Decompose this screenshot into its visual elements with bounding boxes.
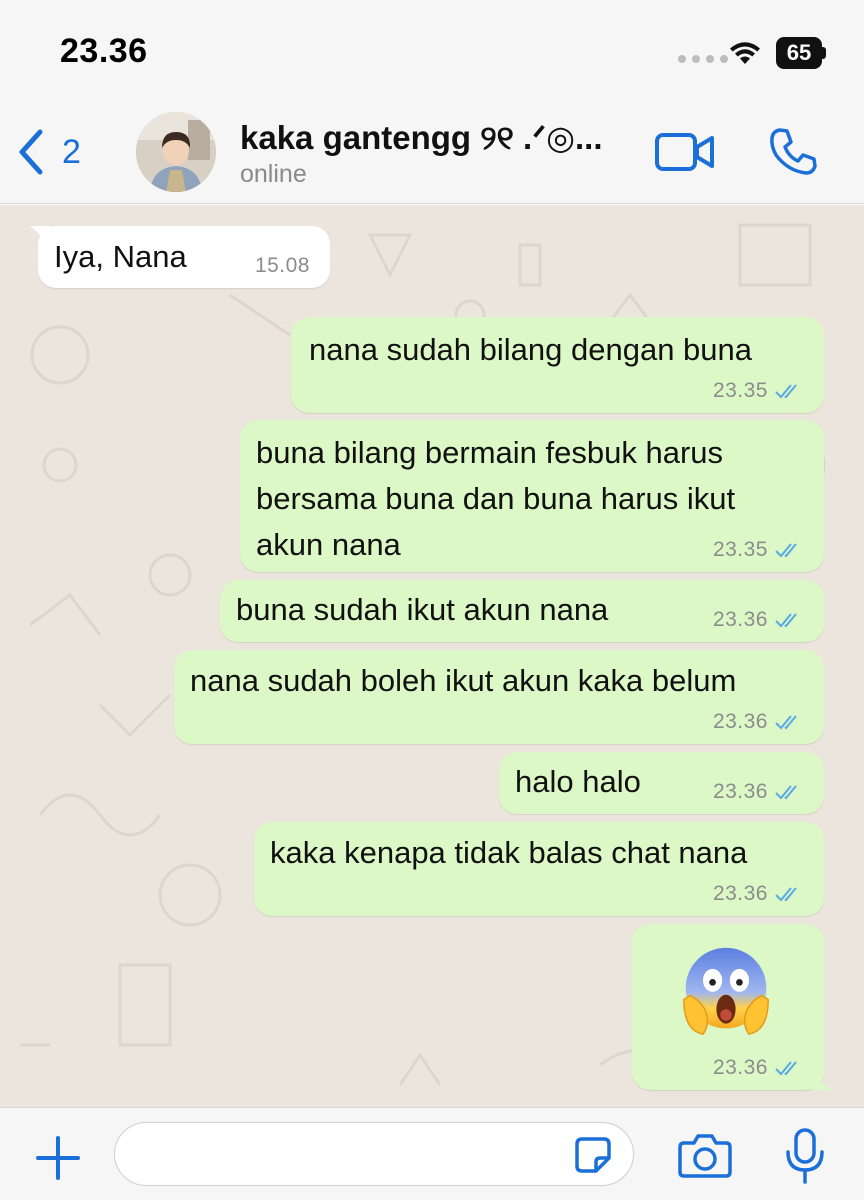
message-time: 23.35 — [712, 379, 768, 402]
status-bar: 23.36 65 — [0, 0, 864, 100]
phone-icon[interactable] — [768, 126, 818, 176]
signal-dots-icon — [678, 55, 728, 63]
back-button[interactable]: 2 — [14, 124, 81, 180]
battery-level: 65 — [776, 37, 822, 69]
back-chevron-icon — [19, 129, 43, 175]
message-time: 23.36 — [712, 1056, 768, 1079]
message-text-line: akun nana — [256, 527, 401, 562]
message-text: buna sudah ikut akun nana — [236, 592, 609, 627]
read-ticks-icon — [775, 543, 797, 558]
message-bubble-outgoing[interactable]: 23.36 — [632, 924, 836, 1090]
wifi-icon — [730, 42, 760, 64]
camera-icon[interactable] — [678, 1132, 732, 1178]
message-text: halo halo — [515, 764, 641, 799]
message-text-line: buna bilang bermain fesbuk harus — [256, 435, 724, 470]
message-text: nana sudah bilang dengan buna — [309, 332, 753, 367]
read-ticks-icon — [775, 785, 797, 800]
message-text: Iya, Nana — [54, 239, 187, 274]
message-bubble-incoming[interactable]: Iya, Nana 15.08 — [30, 226, 330, 288]
contact-status: online — [240, 160, 307, 188]
read-ticks-icon — [775, 1061, 797, 1076]
message-bubble-outgoing[interactable]: buna bilang bermain fesbuk harus bersama… — [240, 420, 824, 572]
bubble-tail — [30, 226, 50, 246]
message-text: nana sudah boleh ikut akun kaka belum — [190, 663, 737, 698]
contact-name[interactable]: kaka gantengg ୨୧ .ᐟ◎... — [240, 118, 603, 158]
bubble-tail — [812, 1068, 836, 1090]
battery-icon: 65 — [776, 37, 826, 69]
avatar[interactable] — [136, 112, 216, 192]
composer-bar — [0, 1107, 864, 1200]
microphone-icon[interactable] — [784, 1128, 826, 1184]
message-time: 23.35 — [712, 538, 768, 561]
message-text: kaka kenapa tidak balas chat nana — [270, 835, 748, 870]
message-time: 15.08 — [254, 254, 310, 277]
read-ticks-icon — [775, 613, 797, 628]
status-time: 23.36 — [60, 32, 148, 70]
message-bubble-outgoing[interactable]: nana sudah bilang dengan buna 23.35 — [291, 317, 824, 413]
message-time: 23.36 — [712, 608, 768, 631]
message-time: 23.36 — [712, 882, 768, 905]
message-bubble-outgoing[interactable]: buna sudah ikut akun nana 23.36 — [220, 580, 824, 642]
chat-area[interactable]: Iya, Nana 15.08 nana sudah bilang dengan… — [0, 205, 864, 1107]
message-bubble-outgoing[interactable]: kaka kenapa tidak balas chat nana 23.36 — [254, 822, 824, 916]
chat-header: 2 kaka gantengg ୨୧ .ᐟ◎... online — [0, 100, 864, 204]
read-ticks-icon — [775, 384, 797, 399]
read-ticks-icon — [775, 715, 797, 730]
screaming-in-fear-emoji — [683, 947, 769, 1035]
message-text-line: bersama buna dan buna harus ikut — [256, 481, 736, 516]
message-bubble-outgoing[interactable]: nana sudah boleh ikut akun kaka belum 23… — [174, 650, 824, 744]
message-bubble-outgoing[interactable]: halo halo 23.36 — [499, 752, 824, 814]
avatar-photo — [136, 112, 216, 192]
plus-icon[interactable] — [34, 1134, 82, 1182]
message-time: 23.36 — [712, 780, 768, 803]
read-ticks-icon — [775, 887, 797, 902]
message-input[interactable] — [114, 1122, 634, 1186]
unread-count: 2 — [62, 132, 81, 171]
video-call-icon[interactable] — [654, 130, 716, 174]
message-time: 23.36 — [712, 710, 768, 733]
sticker-icon[interactable] — [574, 1136, 612, 1174]
